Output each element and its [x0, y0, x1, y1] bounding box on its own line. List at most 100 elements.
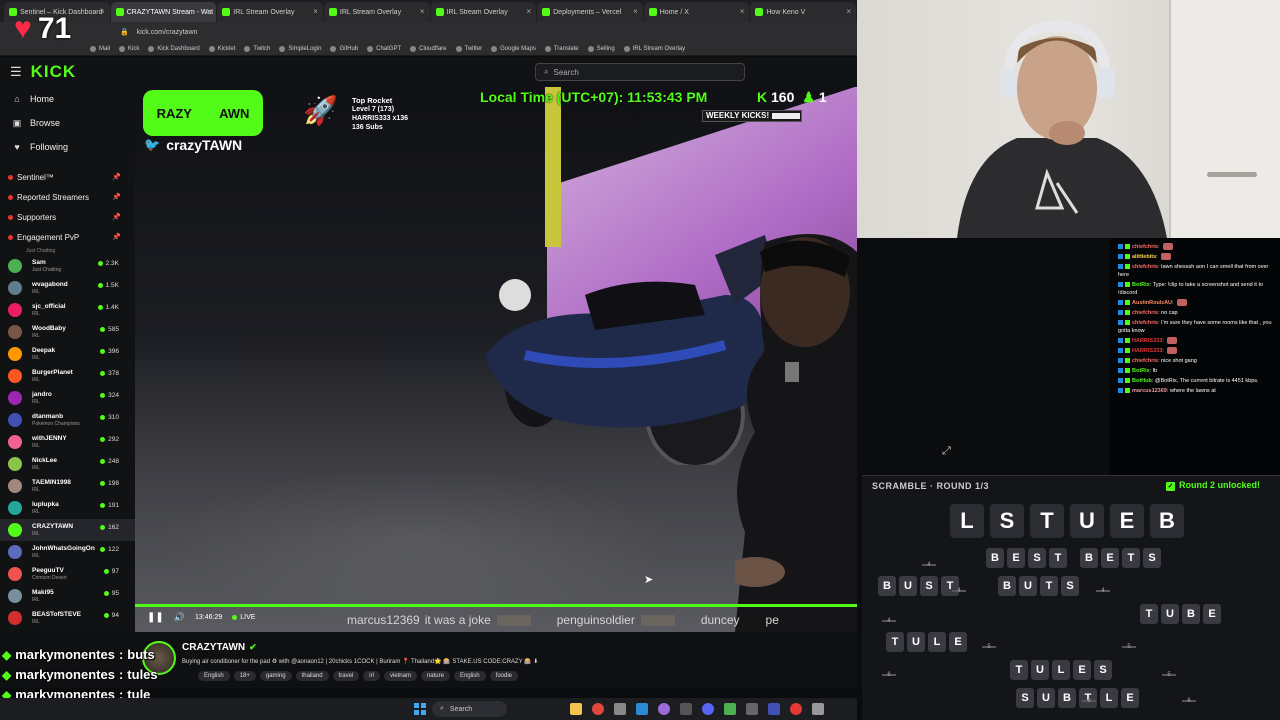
chat-username[interactable]: chiefchris [1132, 310, 1158, 316]
nav-following[interactable]: ♥ Following [0, 135, 135, 159]
sidebar-section[interactable]: Sentinel™ 📌 [0, 167, 135, 187]
channel-item[interactable]: withJENNY IRL 292 [0, 431, 135, 453]
close-icon[interactable]: × [313, 7, 318, 16]
video-progress-bar[interactable] [135, 604, 857, 607]
browser-tab[interactable]: Home / X × [643, 2, 750, 22]
chat-username[interactable]: AustinRoulzAU [1132, 300, 1172, 306]
search-input[interactable]: ⌕ Search [535, 63, 745, 81]
channel-item[interactable]: TAEMIN1998 IRL 198 [0, 475, 135, 497]
kick-logo[interactable]: KICK [31, 62, 77, 82]
channel-item[interactable]: Deepak IRL 396 [0, 343, 135, 365]
taskbar-search[interactable]: ⌕ Search [432, 701, 507, 717]
channel-item[interactable]: luplupka IRL 191 [0, 497, 135, 519]
stream-tag[interactable]: thailand [295, 671, 329, 681]
volume-icon[interactable]: 🔊 [174, 612, 185, 623]
chat-username[interactable]: chiefchris [1132, 244, 1158, 250]
app-icon-8[interactable] [790, 703, 802, 715]
browser-tab[interactable]: IRL Stream Overlay × [430, 2, 537, 22]
app-icon-3[interactable] [680, 703, 692, 715]
nav-browse[interactable]: ▣ Browse [0, 111, 135, 135]
close-icon[interactable]: × [526, 7, 531, 16]
chat-username[interactable]: chiefchris [1132, 264, 1158, 270]
bookmark-item[interactable]: GitHub [330, 45, 358, 52]
stream-tag[interactable]: foodie [489, 671, 519, 681]
bookmark-item[interactable]: ChatGPT [367, 45, 401, 52]
bookmark-item[interactable]: IRL Stream Overlay [623, 45, 685, 52]
browser-tab[interactable]: Deployments – Vercel × [537, 2, 643, 22]
pin-icon[interactable]: 📌 [112, 173, 121, 181]
bookmark-item[interactable]: Twitch [244, 45, 270, 52]
bookmark-item[interactable]: Translate [544, 45, 579, 52]
browser-icon[interactable] [592, 703, 604, 715]
vscode-icon[interactable] [636, 703, 648, 715]
bookmark-item[interactable]: Twitter [455, 45, 482, 52]
channel-item[interactable]: CRAZYTAWN IRL 162 [0, 519, 135, 541]
channel-item[interactable]: Maki95 IRL 95 [0, 585, 135, 607]
channel-item[interactable]: sjc_official IRL 1.4K [0, 299, 135, 321]
menu-icon[interactable]: ☰ [10, 64, 22, 80]
app-icon-5[interactable] [724, 703, 736, 715]
close-icon[interactable]: × [100, 7, 105, 16]
bookmark-item[interactable]: Google Maps [491, 45, 536, 52]
stream-tag[interactable]: vietnam [383, 671, 417, 681]
chat-username[interactable]: chiefchris [1132, 320, 1158, 326]
stream-tag[interactable]: travel [332, 671, 360, 681]
file-explorer-icon[interactable] [570, 703, 582, 715]
stream-tag[interactable]: English [453, 671, 486, 681]
browser-tab[interactable]: IRL Stream Overlay × [217, 2, 323, 22]
stream-tag[interactable]: irl [363, 671, 380, 681]
app-icon-9[interactable] [812, 703, 824, 715]
close-icon[interactable]: × [846, 7, 851, 16]
bookmark-item[interactable]: SimpleLogin [279, 45, 321, 52]
close-icon[interactable]: × [633, 7, 638, 16]
chat-username[interactable]: marcus12369 [1132, 388, 1167, 394]
app-icon-2[interactable] [658, 703, 670, 715]
app-icon-6[interactable] [746, 703, 758, 715]
stream-tag[interactable]: nature [420, 671, 450, 681]
chat-username[interactable]: BotHub [1132, 378, 1152, 384]
chat-username[interactable]: HARRIS333 [1132, 338, 1162, 344]
chat-username[interactable]: BotRix [1132, 368, 1150, 374]
channel-item[interactable]: WoodBaby IRL 585 [0, 321, 135, 343]
pause-icon[interactable]: ❚❚ [147, 612, 164, 623]
sidebar-section[interactable]: Reported Streamers 📌 [0, 187, 135, 207]
url-text[interactable]: kick.com/crazytawn [137, 29, 198, 36]
channel-item[interactable]: BurgerPlanet IRL 378 [0, 365, 135, 387]
chat-username[interactable]: HARRIS333 [1132, 348, 1162, 354]
chat-username[interactable]: chiefchris [1132, 358, 1158, 364]
channel-item[interactable]: jandro IRL 324 [0, 387, 135, 409]
start-icon[interactable] [414, 703, 426, 715]
stream-tag[interactable]: gaming [259, 671, 292, 681]
close-icon[interactable]: × [420, 7, 425, 16]
browser-tab[interactable]: IRL Stream Overlay × [323, 2, 430, 22]
sidebar-section[interactable]: Engagement PvP 📌 [0, 227, 135, 247]
channel-item[interactable]: BEASTofSTEVE IRL 94 [0, 607, 135, 629]
bookmark-item[interactable]: Selling [587, 45, 615, 52]
bookmark-item[interactable]: Mail [90, 45, 110, 52]
pin-icon[interactable]: 📌 [112, 213, 121, 221]
expand-icon[interactable]: ⤢ [942, 445, 951, 458]
video-player[interactable]: RAZY AWN 🐦 crazyTAWN 🚀 Top Rocket Level … [135, 87, 857, 632]
app-icon-7[interactable] [768, 703, 780, 715]
close-icon[interactable]: × [207, 7, 212, 16]
app-icon-4[interactable] [702, 703, 714, 715]
chat-username[interactable]: BotRix [1132, 282, 1150, 288]
browser-tab[interactable]: CRAZYTAWN Stream - Wat × [110, 2, 217, 22]
channel-item[interactable]: wvagabond IRL 1.5K [0, 277, 135, 299]
address-bar[interactable]: 🔒 kick.com/crazytawn [0, 22, 857, 42]
channel-item[interactable]: Sam Just Chatting 2.3K [0, 255, 135, 277]
pin-icon[interactable]: 📌 [112, 193, 121, 201]
pin-icon[interactable]: 📌 [112, 233, 121, 241]
bookmark-item[interactable]: Kick [119, 45, 139, 52]
bookmark-item[interactable]: Kick Dashboard [148, 45, 200, 52]
channel-item[interactable]: dtanmanb Pokémon Champions 310 [0, 409, 135, 431]
channel-item[interactable]: JohnWhatsGoingOn IRL 122 [0, 541, 135, 563]
bookmark-item[interactable]: Kicklet [208, 45, 235, 52]
close-icon[interactable]: × [740, 7, 745, 16]
chat-username[interactable]: alittlebits [1132, 254, 1156, 260]
browser-tab[interactable]: How Keno V × [750, 2, 856, 22]
sidebar-section[interactable]: Supporters 📌 [0, 207, 135, 227]
bookmark-item[interactable]: Cloudflare [410, 45, 447, 52]
nav-home[interactable]: ⌂ Home [0, 87, 135, 111]
app-icon[interactable] [614, 703, 626, 715]
